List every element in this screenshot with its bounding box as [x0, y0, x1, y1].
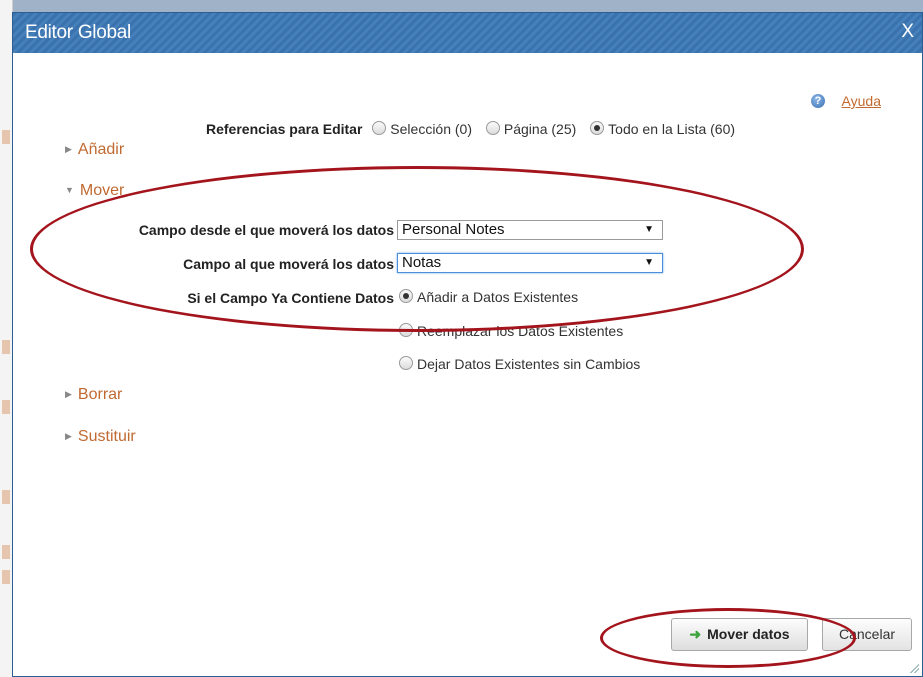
close-button[interactable]: X	[901, 21, 914, 43]
expand-triangle-icon: ▶	[65, 144, 72, 154]
section-delete-label: Borrar	[77, 386, 123, 403]
expand-triangle-icon: ▶	[65, 431, 72, 441]
move-to-label: Campo al que moverá los datos	[183, 256, 394, 272]
section-move-label: Mover	[79, 182, 125, 199]
radio-append[interactable]	[399, 289, 413, 303]
option-keep[interactable]: Dejar Datos Existentes sin Cambios	[399, 356, 640, 372]
radio-all-list-label: Todo en la Lista (60)	[608, 121, 736, 137]
option-append-label: Añadir a Datos Existentes	[417, 289, 579, 305]
collapse-triangle-icon: ▼	[65, 185, 74, 195]
section-add-label: Añadir	[77, 141, 125, 158]
section-add[interactable]: ▶ Añadir	[65, 141, 124, 159]
move-from-select[interactable]: Personal Notes ▼	[397, 220, 663, 240]
radio-selection[interactable]	[372, 121, 387, 135]
move-to-value: Notas	[402, 254, 442, 271]
option-replace-label: Reemplazar los Datos Existentes	[417, 323, 624, 339]
option-replace[interactable]: Reemplazar los Datos Existentes	[399, 323, 623, 339]
option-keep-label: Dejar Datos Existentes sin Cambios	[417, 356, 641, 372]
arrow-right-icon: ➜	[689, 626, 702, 642]
radio-page[interactable]	[485, 121, 500, 135]
section-replace[interactable]: ▶ Sustituir	[65, 428, 136, 446]
radio-keep[interactable]	[399, 356, 413, 370]
section-move[interactable]: ▼ Mover	[65, 182, 124, 200]
dialog-titlebar[interactable]: Editor Global X	[13, 13, 922, 53]
radio-replace[interactable]	[399, 323, 413, 337]
field-exists-label: Si el Campo Ya Contiene Datos	[187, 290, 394, 306]
dropdown-arrow-icon: ▼	[644, 224, 654, 235]
dropdown-arrow-icon: ▼	[644, 257, 654, 268]
move-data-button[interactable]: ➜ Mover datos	[671, 618, 808, 651]
references-row: Referencias para Editar Selección (0) Pá…	[206, 121, 739, 137]
help-icon[interactable]: ?	[811, 94, 825, 108]
radio-all-list[interactable]	[590, 121, 605, 135]
radio-page-label: Página (25)	[503, 121, 577, 137]
move-to-select[interactable]: Notas ▼	[397, 253, 663, 273]
global-editor-dialog: Editor Global X ? Ayuda Referencias para…	[12, 12, 923, 677]
option-append[interactable]: Añadir a Datos Existentes	[399, 289, 578, 305]
background-header	[0, 0, 923, 12]
section-delete[interactable]: ▶ Borrar	[65, 386, 122, 404]
cancel-button[interactable]: Cancelar	[822, 618, 912, 651]
radio-selection-label: Selección (0)	[390, 121, 472, 137]
move-from-label: Campo desde el que moverá los datos	[138, 222, 394, 238]
resize-handle[interactable]	[909, 663, 919, 673]
dialog-title: Editor Global	[25, 22, 131, 43]
expand-triangle-icon: ▶	[65, 389, 72, 399]
move-data-button-label: Mover datos	[707, 626, 790, 642]
section-replace-label: Sustituir	[77, 428, 136, 445]
help-link[interactable]: Ayuda	[842, 93, 881, 109]
move-from-value: Personal Notes	[402, 221, 505, 238]
references-label: Referencias para Editar	[206, 121, 363, 137]
